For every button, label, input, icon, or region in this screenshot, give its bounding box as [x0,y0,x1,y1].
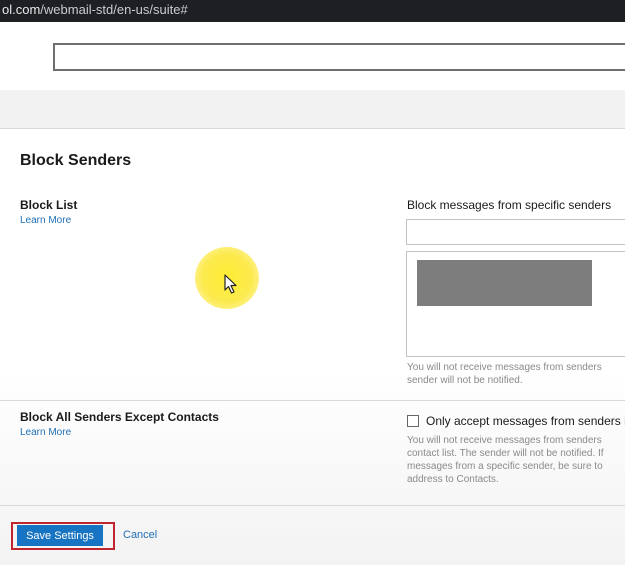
block-all-title: Block All Senders Except Contacts [20,410,219,424]
save-settings-button[interactable]: Save Settings [17,525,103,546]
cancel-link[interactable]: Cancel [123,529,157,541]
top-search-input[interactable] [53,43,625,71]
browser-address-bar[interactable]: ol.com/webmail-std/en-us/suite# [0,0,625,22]
section-divider [0,400,625,401]
page-title: Block Senders [20,152,132,169]
mouse-pointer-icon [224,274,237,294]
url-host: ol.com [2,2,41,17]
blocked-senders-list[interactable] [406,251,625,357]
contacts-only-checkbox-label[interactable]: Only accept messages from senders in y [426,414,625,428]
block-all-learn-more-link[interactable]: Learn More [20,427,71,438]
toolbar-band [0,90,625,129]
url-path: /webmail-std/en-us/suite# [40,2,188,17]
contacts-only-checkbox[interactable] [407,415,419,427]
redacted-list-entry [417,260,592,306]
block-all-note-line-1: You will not receive messages from sende… [407,435,602,446]
block-list-note-line-2: sender will not be notified. [407,375,523,386]
footer-divider [0,505,625,506]
block-list-learn-more-link[interactable]: Learn More [20,215,71,226]
block-senders-field-label: Block messages from specific senders [407,198,612,212]
block-sender-input[interactable] [406,219,625,245]
block-list-note-line-1: You will not receive messages from sende… [407,362,602,373]
block-all-note-line-2: contact list. The sender will not be not… [407,448,604,459]
block-all-note-line-3: messages from a specific sender, be sure… [407,461,603,472]
block-all-note-line-4: address to Contacts. [407,474,499,485]
block-list-title: Block List [20,198,78,212]
